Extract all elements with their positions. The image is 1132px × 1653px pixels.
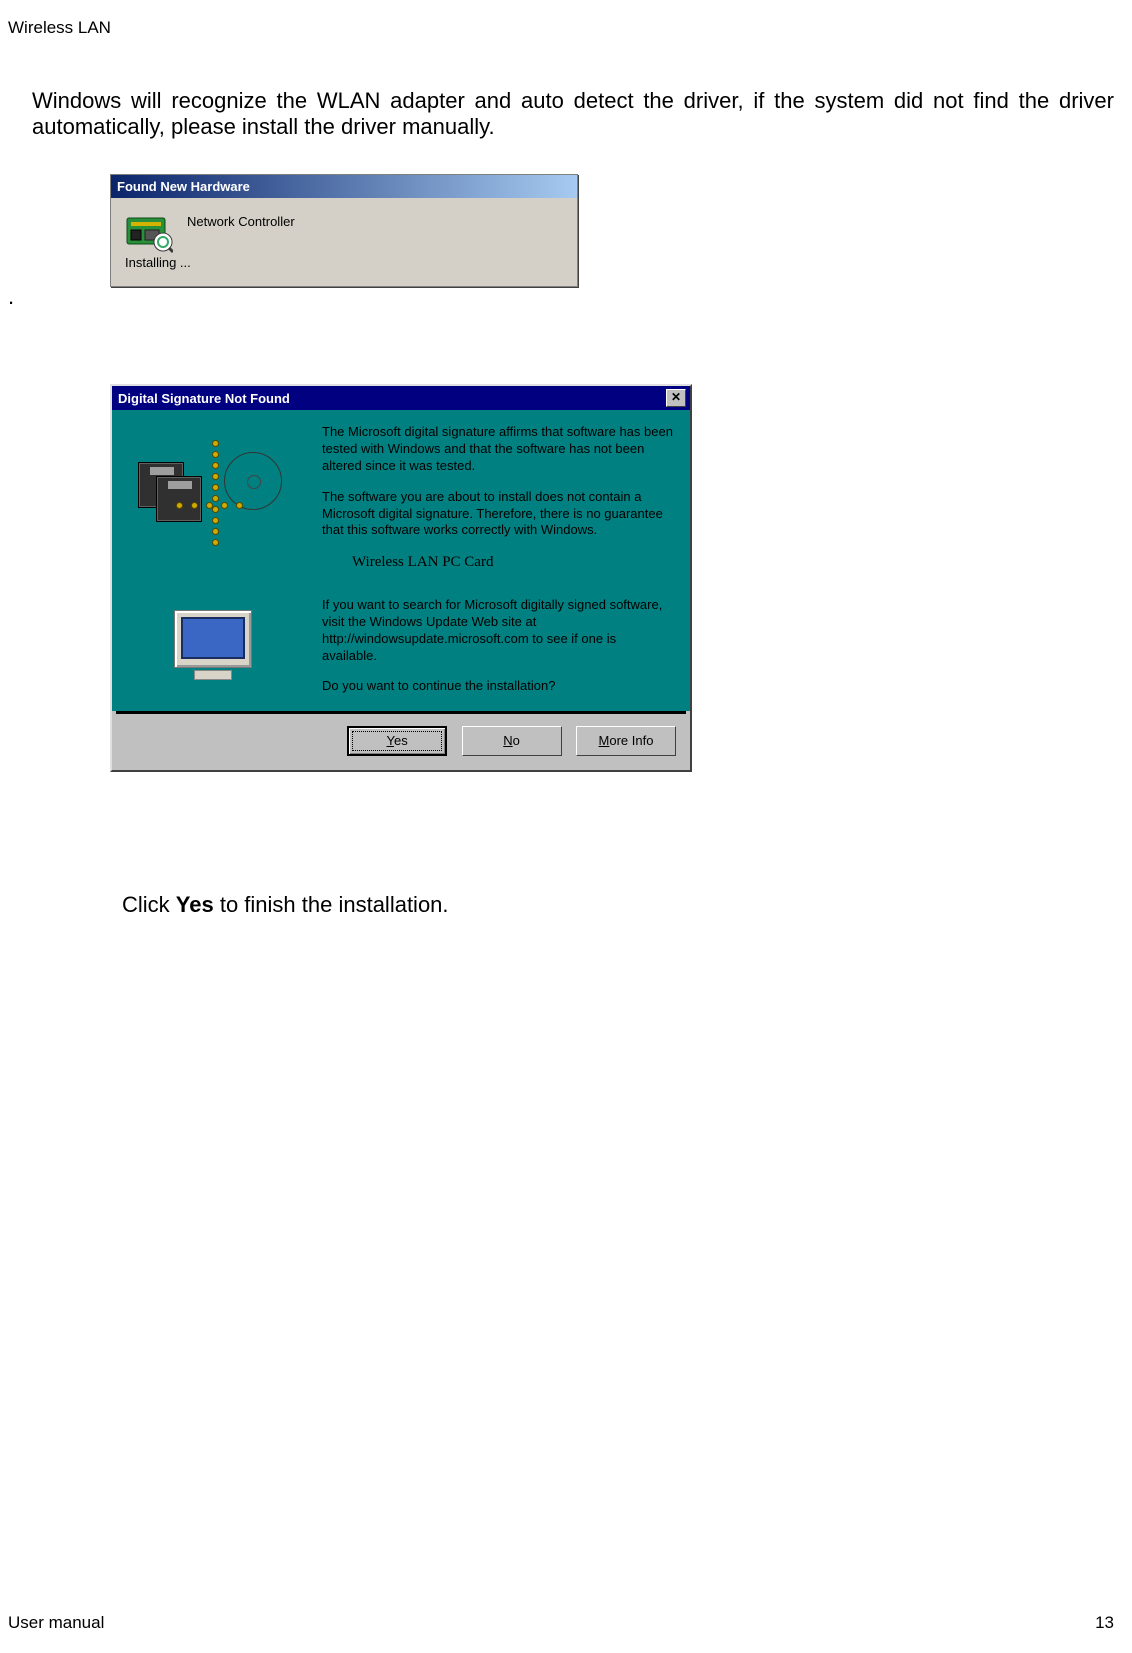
fnh-body: Network Controller Installing ... [111, 198, 577, 286]
footer-page-number: 13 [1095, 1613, 1114, 1633]
dsig-text-panel: The Microsoft digital signature affirms … [312, 414, 686, 707]
dsig-button-row: Yes No More Info [112, 714, 690, 770]
yes-button[interactable]: Yes [347, 726, 447, 756]
found-new-hardware-dialog: Found New Hardware Network Controller In… [110, 174, 578, 287]
dsig-content: The Microsoft digital signature affirms … [112, 410, 690, 711]
dot-connector [172, 502, 262, 509]
dsig-graphic-panel [116, 414, 312, 707]
hardware-icon [125, 212, 173, 254]
fnh-titlebar: Found New Hardware [111, 175, 577, 198]
dsig-device-name: Wireless LAN PC Card [322, 553, 674, 573]
dsig-titlebar: Digital Signature Not Found ✕ [112, 386, 690, 410]
no-button[interactable]: No [462, 726, 562, 756]
more-info-button[interactable]: More Info [576, 726, 676, 756]
monitor-icon [174, 610, 252, 682]
intro-paragraph: Windows will recognize the WLAN adapter … [32, 88, 1114, 141]
footer-left: User manual [8, 1613, 104, 1633]
dsig-para1: The Microsoft digital signature affirms … [322, 424, 674, 475]
page-header: Wireless LAN [8, 18, 111, 38]
instruction-text: Click Yes to finish the installation. [122, 892, 449, 918]
stray-period: . [8, 284, 14, 310]
digital-signature-dialog: Digital Signature Not Found ✕ The Micros… [110, 384, 692, 772]
dsig-para2: The software you are about to install do… [322, 489, 674, 540]
fnh-device-label: Network Controller [187, 208, 563, 229]
fnh-status-label: Installing ... [125, 255, 563, 270]
dsig-title: Digital Signature Not Found [116, 391, 290, 406]
dot-connector [212, 436, 216, 606]
close-button[interactable]: ✕ [666, 389, 686, 407]
floppy-icon [156, 476, 202, 522]
dsig-para3: If you want to search for Microsoft digi… [322, 597, 674, 665]
dsig-para4: Do you want to continue the installation… [322, 678, 674, 695]
